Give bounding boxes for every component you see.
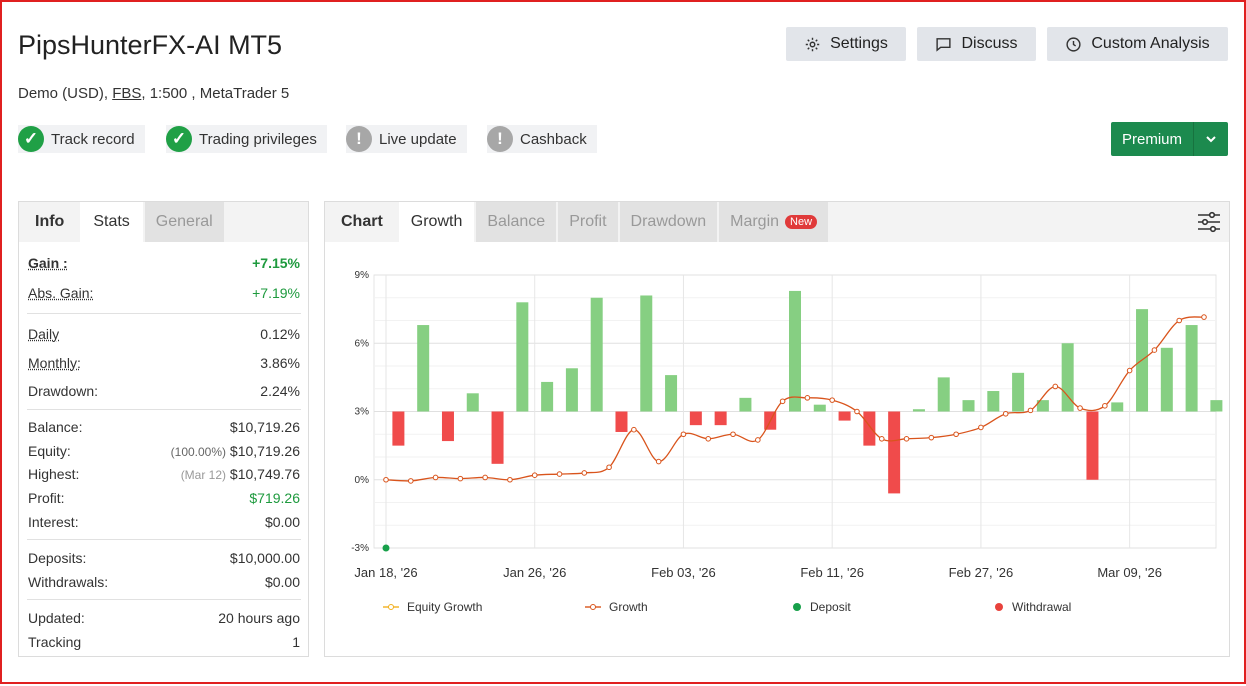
growth-point: [1126, 367, 1133, 374]
growth-point: [581, 470, 588, 476]
chart-bar: [813, 404, 826, 412]
growth-point: [1052, 383, 1059, 390]
legend-label: Withdrawal: [1012, 600, 1072, 614]
growth-point: [779, 398, 786, 405]
growth-point: [1077, 405, 1083, 411]
growth-point: [854, 408, 860, 415]
legend-withdrawal[interactable]: Withdrawal: [994, 600, 1071, 614]
growth-point: [1102, 403, 1108, 409]
y-tick-label: 0%: [355, 475, 370, 486]
chart-bar: [863, 411, 876, 446]
growth-point: [383, 476, 389, 483]
y-tick-label: 3%: [355, 407, 370, 418]
growth-point: [1201, 314, 1207, 320]
growth-point: [928, 434, 935, 441]
growth-point: [978, 424, 984, 431]
chart-bar: [888, 411, 901, 494]
legend-equity-growth[interactable]: Equity Growth: [383, 600, 482, 614]
chart-bar: [590, 297, 603, 412]
y-tick-label: 6%: [355, 338, 370, 349]
growth-chart: 9% 6% 3% 0% -3% Jan 18, '26 Jan 26, '26 Feb 03,…: [351, 270, 1223, 580]
growth-point: [507, 476, 513, 483]
chart-bar: [838, 411, 851, 421]
growth-point: [457, 475, 464, 482]
growth-point: [878, 436, 885, 442]
growth-point: [531, 472, 538, 479]
chart-bar: [1185, 325, 1198, 412]
chart-bar: [392, 411, 405, 446]
growth-point: [556, 471, 563, 477]
y-tick-label: -3%: [351, 543, 369, 554]
deposit-point: [382, 544, 390, 552]
y-tick-label: 9%: [355, 270, 370, 281]
chart-bar: [937, 377, 950, 412]
growth-point: [1027, 407, 1034, 414]
growth-point: [730, 431, 736, 438]
growth-point: [804, 395, 811, 401]
chart-bar: [912, 409, 925, 412]
growth-point: [705, 436, 712, 442]
legend-dot-marker: [793, 603, 801, 611]
chart-bar: [689, 411, 702, 426]
growth-point: [631, 426, 637, 433]
chart-bar: [1160, 347, 1173, 412]
chart-bar: [541, 381, 554, 412]
x-tick-label: Feb 27, '26: [949, 565, 1014, 580]
chart-bar: [1086, 411, 1099, 480]
growth-point: [1176, 317, 1183, 324]
chart-bar: [739, 397, 752, 412]
chart-bar: [714, 411, 727, 426]
legend-deposit[interactable]: Deposit: [792, 600, 851, 614]
chart-bar: [615, 411, 628, 432]
x-tick-label: Jan 26, '26: [503, 565, 566, 580]
chart-bar: [516, 302, 529, 412]
x-tick-label: Feb 11, '26: [800, 565, 864, 580]
growth-point: [407, 478, 414, 484]
growth-point: [903, 436, 910, 442]
growth-point: [680, 431, 687, 438]
x-tick-label: Jan 18, '26: [354, 565, 417, 580]
growth-point: [606, 464, 612, 471]
chart-bar: [1012, 372, 1025, 412]
growth-point: [482, 474, 488, 481]
legend-label: Deposit: [810, 600, 851, 614]
chart-bar: [491, 411, 504, 464]
x-tick-label: Mar 09, '26: [1097, 565, 1162, 580]
chart-bar: [466, 393, 479, 412]
chart-bar: [441, 411, 454, 442]
legend-line-marker: [585, 604, 601, 610]
growth-point: [1151, 347, 1158, 353]
growth-point: [432, 474, 439, 481]
legend-dot-marker: [995, 603, 1003, 611]
chart-bar: [1111, 402, 1124, 412]
legend-line-marker: [383, 604, 399, 610]
chart-bar: [987, 391, 1000, 412]
growth-point: [953, 431, 959, 438]
chart-bar: [1210, 400, 1223, 412]
legend-growth[interactable]: Growth: [585, 600, 648, 614]
chart-bar: [962, 400, 975, 412]
chart-bar: [640, 295, 653, 412]
chart-bar: [665, 375, 678, 412]
growth-point: [755, 437, 761, 443]
growth-point: [655, 458, 662, 465]
legend-label: Equity Growth: [407, 600, 483, 614]
growth-point: [829, 397, 835, 403]
chart-bar: [417, 325, 430, 412]
chart-bar: [789, 290, 801, 412]
growth-point: [1002, 410, 1009, 417]
legend-label: Growth: [609, 600, 648, 614]
x-tick-label: Feb 03, '26: [651, 565, 716, 580]
chart-bar: [565, 368, 578, 412]
